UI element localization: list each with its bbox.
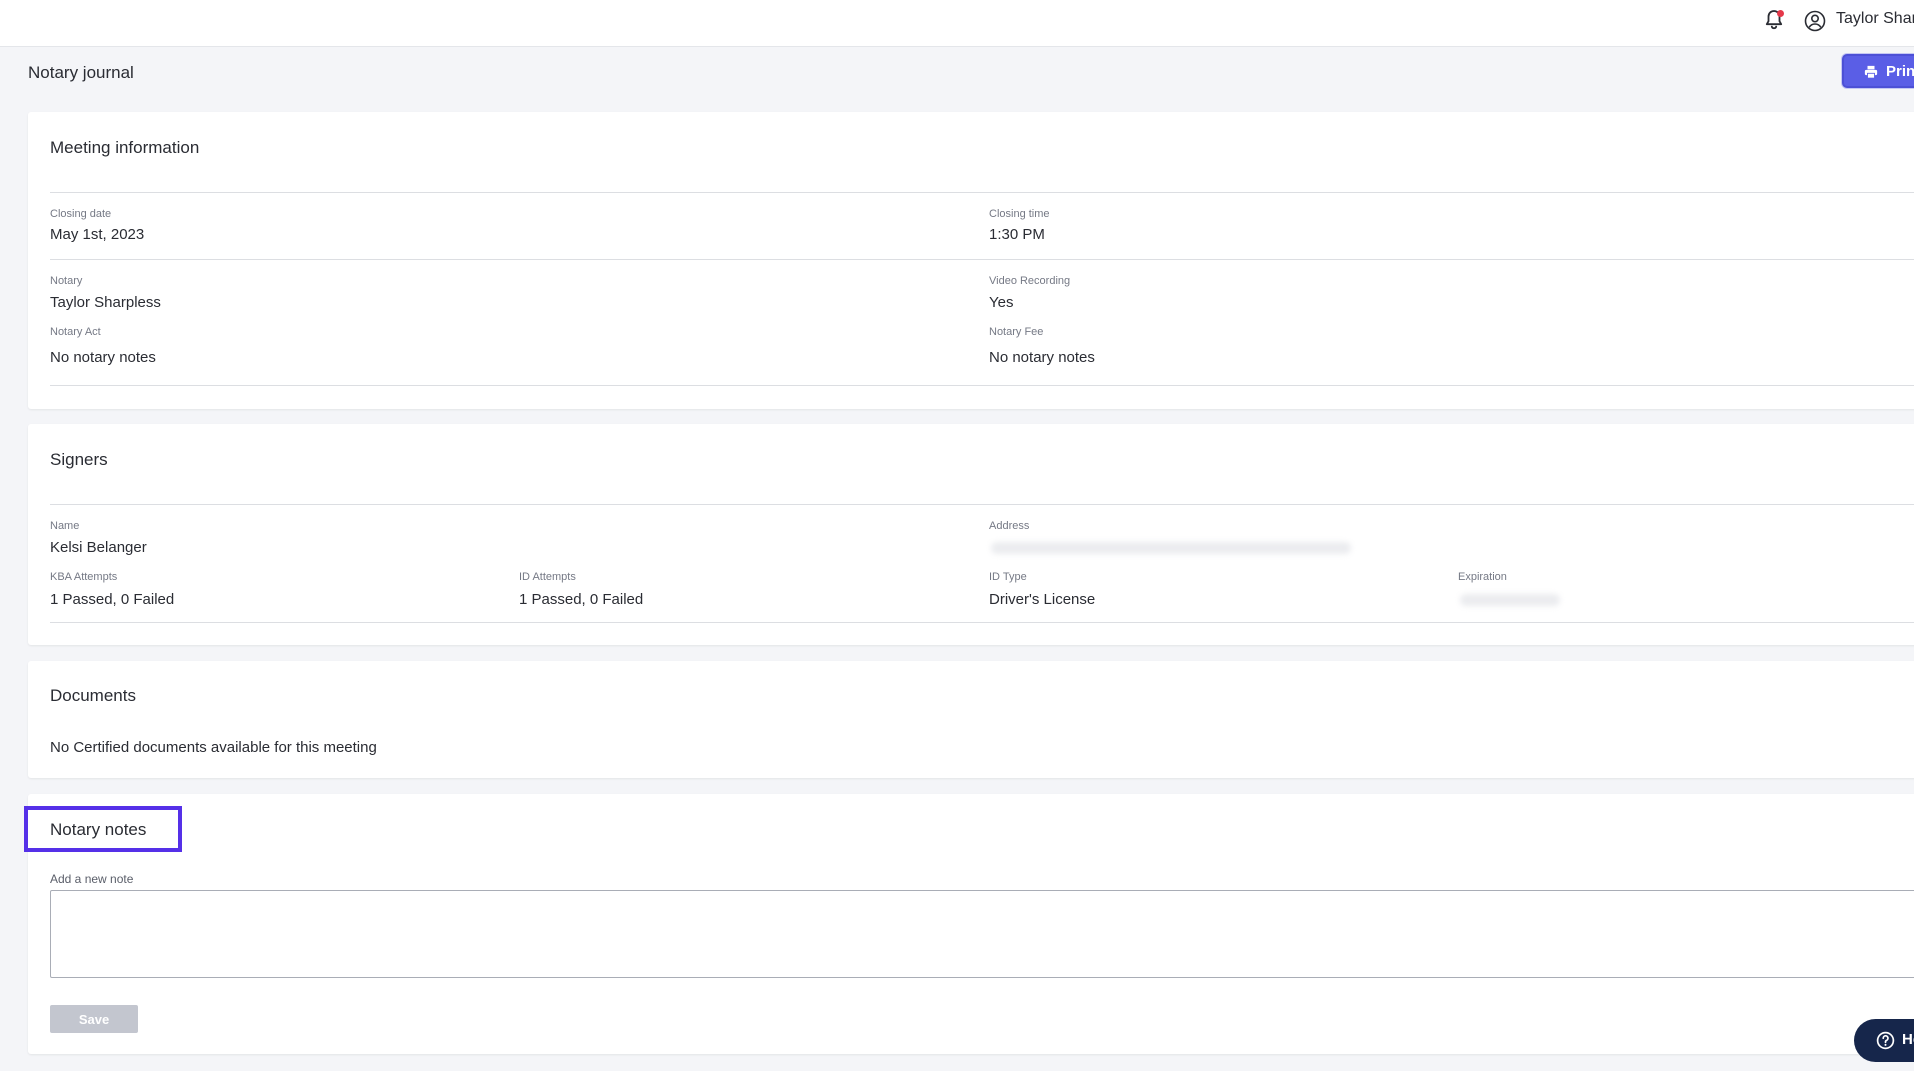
id-attempts-value: 1 Passed, 0 Failed: [519, 591, 644, 608]
id-type-value: Driver's License: [989, 591, 1096, 608]
expiration-redacted: [1460, 594, 1560, 606]
divider: [50, 385, 1914, 386]
closing-date-value: May 1st, 2023: [50, 226, 145, 243]
divider: [50, 622, 1914, 623]
closing-time-value: 1:30 PM: [989, 226, 1045, 243]
meeting-info-title: Meeting information: [50, 138, 200, 157]
signer-name-label: Name: [50, 520, 80, 532]
divider: [50, 192, 1914, 193]
video-recording-label: Video Recording: [989, 275, 1071, 287]
signer-name-value: Kelsi Belanger: [50, 539, 147, 556]
address-redacted: [991, 542, 1351, 554]
user-circle-icon[interactable]: [1803, 9, 1827, 33]
video-recording-value: Yes: [989, 294, 1014, 311]
page-title: Notary journal: [28, 63, 134, 82]
documents-empty-text: No Certified documents available for thi…: [50, 739, 377, 756]
top-bar: Taylor Shar: [0, 0, 1914, 47]
user-name[interactable]: Taylor Shar: [1836, 10, 1914, 28]
notary-fee-label: Notary Fee: [989, 326, 1044, 338]
id-attempts-label: ID Attempts: [519, 571, 576, 583]
notary-act-label: Notary Act: [50, 326, 101, 338]
notary-value: Taylor Sharpless: [50, 294, 161, 311]
add-note-label: Add a new note: [50, 872, 134, 886]
signers-title: Signers: [50, 450, 108, 469]
print-label: Prin: [1886, 63, 1914, 80]
documents-card: Documents No Certified documents availab…: [28, 661, 1914, 778]
meeting-info-card: Meeting information Closing date May 1st…: [28, 112, 1914, 409]
save-button[interactable]: Save: [50, 1005, 138, 1033]
notary-notes-title-highlight: Notary notes: [24, 806, 182, 852]
notification-dot: [1777, 10, 1784, 17]
divider: [50, 504, 1914, 505]
notary-label: Notary: [50, 275, 83, 287]
help-label: He: [1902, 1031, 1914, 1048]
closing-date-label: Closing date: [50, 208, 112, 220]
address-label: Address: [989, 520, 1030, 532]
help-button[interactable]: He: [1854, 1019, 1914, 1062]
kba-attempts-label: KBA Attempts: [50, 571, 118, 583]
divider: [50, 259, 1914, 260]
expiration-label: Expiration: [1458, 571, 1507, 583]
id-type-label: ID Type: [989, 571, 1027, 583]
question-circle-icon: [1876, 1031, 1895, 1050]
closing-time-label: Closing time: [989, 208, 1050, 220]
notary-notes-title: Notary notes: [50, 820, 147, 839]
printer-icon: [1864, 65, 1878, 79]
new-note-textarea[interactable]: [50, 890, 1914, 978]
signers-card: Signers Name Kelsi Belanger Address KBA …: [28, 424, 1914, 645]
print-button[interactable]: Prin: [1842, 54, 1914, 88]
notary-act-value: No notary notes: [50, 349, 156, 366]
kba-attempts-value: 1 Passed, 0 Failed: [50, 591, 175, 608]
notary-fee-value: No notary notes: [989, 349, 1095, 366]
documents-title: Documents: [50, 686, 136, 705]
